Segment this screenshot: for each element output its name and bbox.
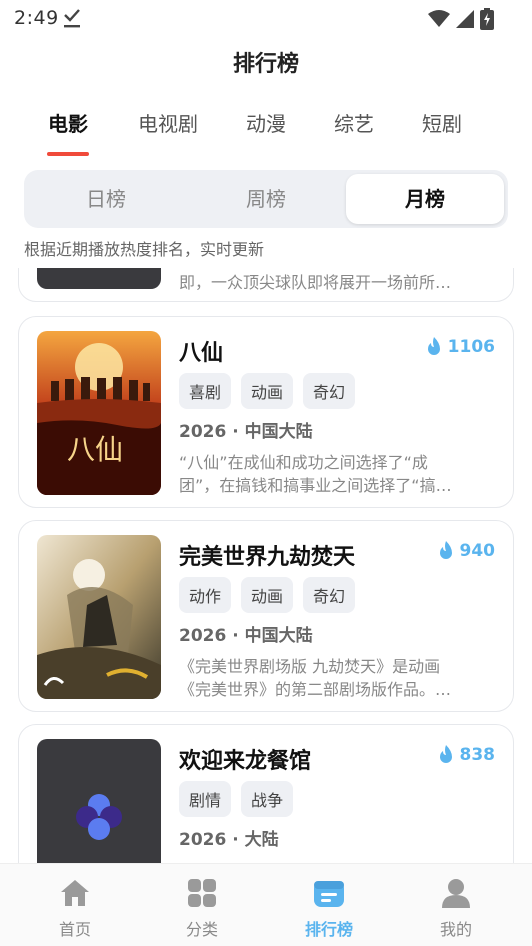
hot-score: 940 [438, 541, 496, 561]
list-item[interactable]: 完美世界九劫焚天 940 动作 动画 奇幻 2026 · 中国大陆 《完美世界剧… [18, 520, 514, 712]
battery-icon [480, 8, 494, 30]
item-title: 八仙 [179, 341, 224, 366]
tab-tv-series[interactable]: 电视剧 [132, 108, 204, 148]
item-description: 即，一众顶尖球队即将展开一场前所… [179, 273, 452, 292]
flame-icon [427, 337, 440, 355]
genre-tag: 动画 [241, 577, 294, 613]
tab-short-drama[interactable]: 短剧 [414, 108, 470, 148]
item-meta: 2026 · 中国大陆 [179, 626, 313, 646]
grid-icon [188, 879, 216, 907]
tab-daily[interactable]: 日榜 [28, 174, 184, 224]
list-item[interactable]: 八仙 八仙 1106 喜剧 动画 奇幻 2026 · 中国大陆 “八仙”在成仙和… [18, 316, 514, 508]
ranking-list[interactable]: 即，一众顶尖球队即将展开一场前所… 八仙 八仙 1106 喜剧 动画 奇幻 20… [0, 268, 532, 863]
profile-icon [442, 879, 470, 908]
genre-tags: 动作 动画 奇幻 [179, 577, 356, 613]
genre-tags: 喜剧 动画 奇幻 [179, 373, 356, 409]
item-meta: 2026 · 中国大陆 [179, 422, 313, 442]
tab-monthly[interactable]: 月榜 [346, 174, 504, 224]
hot-score: 838 [438, 745, 496, 765]
nav-label: 首页 [58, 920, 91, 939]
poster-placeholder [37, 739, 161, 863]
item-description: 《完美世界剧场版 九劫焚天》是动画 《完美世界》的第二部剧场版作品。… [179, 657, 452, 699]
signal-icon [456, 10, 474, 28]
download-done-icon [64, 9, 80, 28]
category-tabs: 电影 电视剧 动漫 综艺 短剧 [0, 108, 532, 158]
hot-value: 838 [459, 745, 496, 765]
item-title: 完美世界九劫焚天 [179, 545, 356, 570]
nav-category[interactable]: 分类 [152, 864, 252, 946]
status-bar: 2:49 [0, 0, 532, 36]
genre-tag: 动画 [241, 373, 294, 409]
genre-tag: 战争 [241, 781, 294, 817]
nav-profile[interactable]: 我的 [406, 864, 506, 946]
genre-tags: 剧情 战争 [179, 781, 294, 817]
page-title: 排行榜 [232, 52, 299, 77]
poster-title-text: 八仙 [67, 433, 123, 466]
list-item[interactable]: 欢迎来龙餐馆 838 剧情 战争 2026 · 大陆 [18, 724, 514, 863]
hot-value: 1106 [447, 337, 495, 357]
nav-label: 排行榜 [304, 920, 353, 939]
genre-tag: 喜剧 [179, 373, 232, 409]
wifi-icon [428, 10, 450, 27]
nav-label: 分类 [185, 920, 218, 939]
status-icons [428, 8, 494, 30]
nav-label: 我的 [439, 920, 472, 939]
item-meta: 2026 · 大陆 [179, 830, 279, 850]
flame-icon [439, 541, 452, 559]
genre-tag: 动作 [179, 577, 232, 613]
poster-image: 八仙 [37, 331, 161, 495]
nav-ranking[interactable]: 排行榜 [279, 864, 379, 946]
ranking-icon [314, 881, 344, 907]
active-tab-indicator [47, 152, 89, 156]
genre-tag: 剧情 [179, 781, 232, 817]
status-time: 2:49 [14, 7, 59, 29]
poster-image [37, 535, 161, 699]
period-selector: 日榜 周榜 月榜 [24, 170, 508, 228]
flame-icon [439, 745, 452, 763]
genre-tag: 奇幻 [303, 373, 356, 409]
tab-movie[interactable]: 电影 [40, 108, 96, 148]
nav-home[interactable]: 首页 [25, 864, 125, 946]
tab-variety[interactable]: 综艺 [326, 108, 382, 148]
list-item-partial[interactable]: 即，一众顶尖球队即将展开一场前所… [18, 268, 514, 302]
app-logo-icon [76, 794, 122, 840]
hot-score: 1106 [426, 337, 495, 357]
item-title: 欢迎来龙餐馆 [179, 749, 312, 774]
tab-anime[interactable]: 动漫 [238, 108, 294, 148]
hot-value: 940 [459, 541, 496, 561]
tab-weekly[interactable]: 周榜 [188, 174, 344, 224]
bottom-navigation: 首页 分类 排行榜 我的 [0, 863, 532, 946]
genre-tag: 奇幻 [303, 577, 356, 613]
ranking-hint: 根据近期播放热度排名，实时更新 [24, 240, 265, 259]
poster-image [37, 268, 161, 289]
home-icon [61, 880, 89, 906]
item-description: “八仙”在成仙和成功之间选择了“成 团”，在搞钱和搞事业之间选择了“搞… [179, 453, 452, 495]
